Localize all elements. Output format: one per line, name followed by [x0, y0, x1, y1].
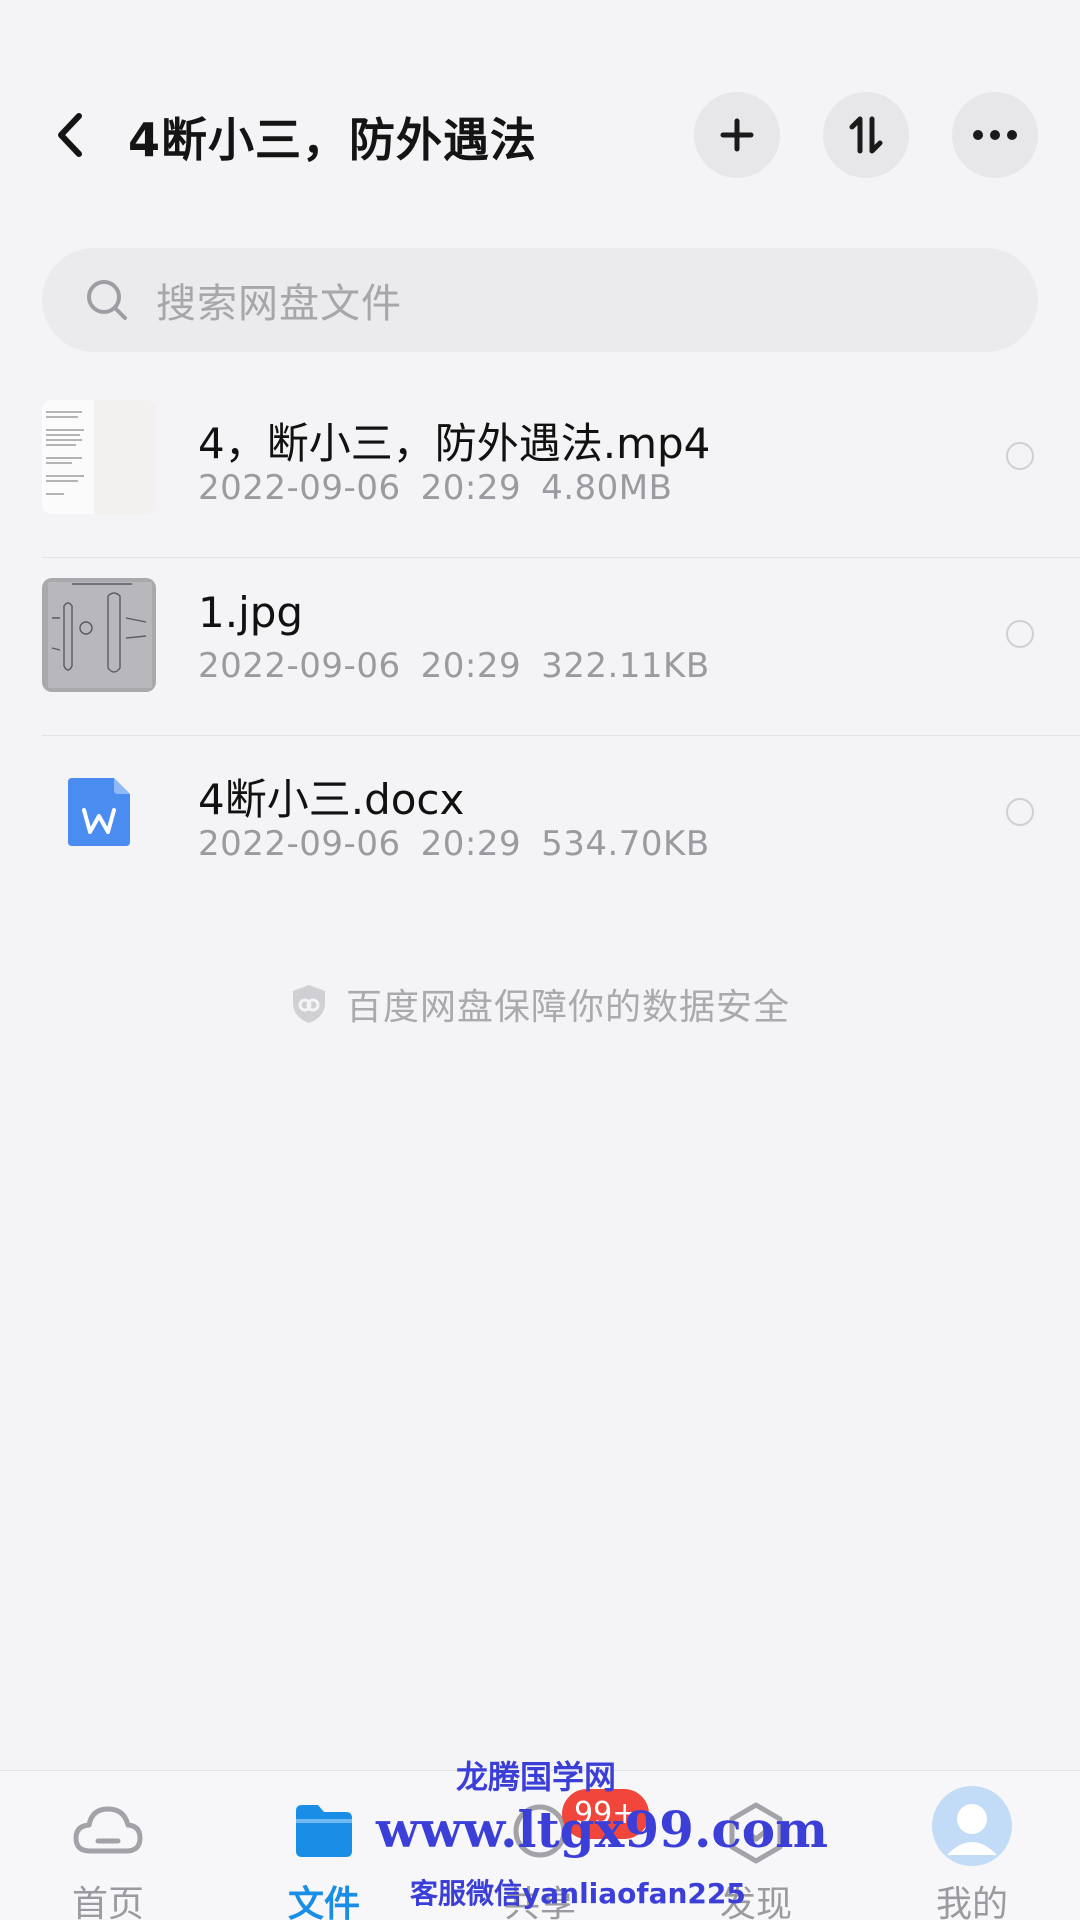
- safety-text: 百度网盘保障你的数据安全: [345, 987, 790, 1028]
- search-icon: [87, 280, 127, 320]
- chevron-left-icon: [58, 113, 82, 157]
- file-row[interactable]: 4，断小三，防外遇法.mp4 2022-09-06 20:29 4.80MB: [0, 380, 1080, 558]
- file-meta: 2022-09-06 20:29 4.80MB: [198, 468, 692, 508]
- header: 4断小三，防外遇法: [0, 0, 1080, 230]
- safety-note: 百度网盘保障你的数据安全: [0, 978, 1080, 1030]
- file-browser-screen: 4断小三，防外遇法 搜索网盘文件 4，断小三，防外遇法.mp4 2022-09-…: [0, 0, 1080, 1920]
- folder-icon: [296, 1805, 352, 1857]
- file-size: 4.80MB: [541, 468, 673, 508]
- file-time: 20:29: [420, 646, 522, 686]
- file-date: 2022-09-06: [198, 646, 401, 686]
- add-button[interactable]: [694, 92, 780, 178]
- file-date: 2022-09-06: [198, 468, 401, 508]
- sort-button[interactable]: [823, 92, 909, 178]
- plus-icon: [720, 118, 754, 152]
- select-radio[interactable]: [1006, 798, 1034, 826]
- page-title: 4断小三，防外遇法: [128, 113, 538, 167]
- file-name: 4，断小三，防外遇法.mp4: [198, 419, 711, 468]
- nav-item-home[interactable]: 首页: [28, 1771, 188, 1920]
- file-name: 4断小三.docx: [198, 775, 465, 824]
- file-row[interactable]: 1.jpg 2022-09-06 20:29 322.11KB: [0, 558, 1080, 736]
- cloud-icon: [73, 1806, 143, 1854]
- more-button[interactable]: [952, 92, 1038, 178]
- select-radio[interactable]: [1006, 442, 1034, 470]
- watermark-line1: 龙腾国学网: [456, 1758, 617, 1796]
- image-thumbnail: [42, 578, 156, 692]
- search-placeholder: 搜索网盘文件: [156, 281, 402, 327]
- shield-icon: [292, 985, 325, 1023]
- ellipsis-icon: [973, 130, 1017, 140]
- file-meta: 2022-09-06 20:29 534.70KB: [198, 824, 730, 864]
- nav-item-me[interactable]: 我的: [892, 1771, 1052, 1920]
- sort-icon: [849, 116, 883, 154]
- nav-label: 文件: [287, 1884, 360, 1920]
- file-time: 20:29: [420, 468, 522, 508]
- back-button[interactable]: [40, 100, 100, 170]
- file-date: 2022-09-06: [198, 824, 401, 864]
- nav-label: 我的: [935, 1884, 1008, 1920]
- watermark-line2: www.ltgx99.com: [376, 1800, 829, 1859]
- file-row[interactable]: 4断小三.docx 2022-09-06 20:29 534.70KB: [0, 736, 1080, 914]
- file-time: 20:29: [420, 824, 522, 864]
- word-document-icon: [42, 756, 156, 870]
- avatar-icon: [932, 1786, 1012, 1866]
- video-thumbnail: [42, 400, 156, 514]
- file-size: 534.70KB: [541, 824, 710, 864]
- nav-label: 首页: [71, 1884, 144, 1920]
- file-name: 1.jpg: [198, 588, 304, 637]
- file-size: 322.11KB: [541, 646, 710, 686]
- watermark-line3: 客服微信yanliaofan225: [410, 1877, 746, 1910]
- search-bar[interactable]: 搜索网盘文件: [42, 248, 1038, 352]
- file-meta: 2022-09-06 20:29 322.11KB: [198, 646, 730, 686]
- select-radio[interactable]: [1006, 620, 1034, 648]
